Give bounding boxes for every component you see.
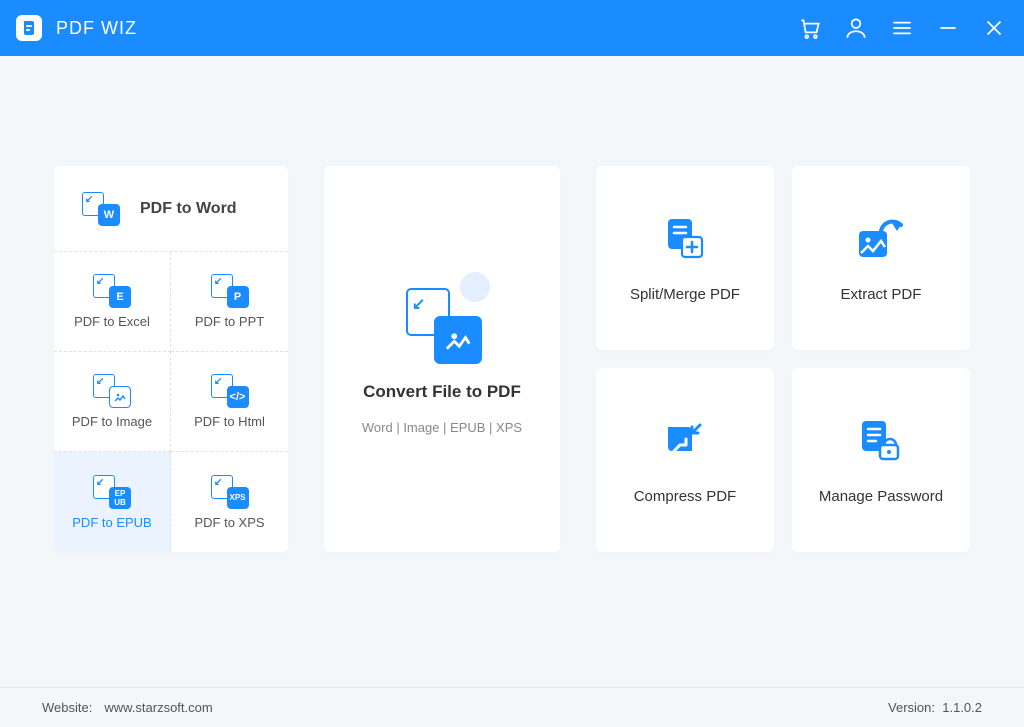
app-title: PDF WIZ	[56, 18, 137, 39]
website-label: Website:	[42, 700, 92, 715]
epub-icon: EPUB	[93, 475, 131, 509]
tile-label: Extract PDF	[841, 286, 922, 303]
tile-label: Manage Password	[819, 488, 943, 505]
pdf-to-excel-tile[interactable]: E PDF to Excel	[54, 252, 171, 352]
compress-icon	[660, 415, 710, 470]
manage-password-tile[interactable]: Manage Password	[792, 368, 970, 552]
split-merge-tile[interactable]: Split/Merge PDF	[596, 166, 774, 350]
tile-label: PDF to Image	[72, 414, 152, 429]
pdf-to-html-tile[interactable]: </> PDF to Html	[171, 352, 288, 452]
tile-label: PDF to EPUB	[72, 515, 151, 530]
pdf-to-xps-tile[interactable]: XPS PDF to XPS	[171, 452, 288, 552]
utilities-grid: Split/Merge PDF Extract PDF	[596, 166, 970, 552]
user-icon[interactable]	[842, 14, 870, 42]
tile-label: PDF to PPT	[195, 314, 264, 329]
extract-icon	[853, 213, 908, 268]
version-label: Version:	[888, 700, 935, 715]
pdf-to-word-tile[interactable]: W PDF to Word	[54, 166, 288, 252]
extract-tile[interactable]: Extract PDF	[792, 166, 970, 350]
menu-icon[interactable]	[888, 14, 916, 42]
tile-label: PDF to Html	[194, 414, 265, 429]
minimize-icon[interactable]	[934, 14, 962, 42]
center-title: Convert File to PDF	[363, 382, 521, 402]
convert-to-pdf-tile[interactable]: ↘ Convert File to PDF Word | Image | EPU…	[324, 166, 560, 552]
pdf-to-ppt-tile[interactable]: P PDF to PPT	[171, 252, 288, 352]
split-merge-icon	[660, 213, 710, 268]
pdf-to-epub-tile[interactable]: EPUB PDF to EPUB	[54, 452, 171, 552]
image-icon	[93, 374, 131, 408]
word-icon: W	[82, 192, 120, 226]
pdf-to-group: W PDF to Word E PDF to Excel P PDF to PP…	[54, 166, 288, 552]
ppt-icon: P	[211, 274, 249, 308]
tile-label: PDF to Excel	[74, 314, 150, 329]
version-block: Version: 1.1.0.2	[888, 700, 982, 715]
tile-label: Split/Merge PDF	[630, 286, 740, 303]
html-icon: </>	[211, 374, 249, 408]
title-bar: PDF WIZ	[0, 0, 1024, 56]
password-icon	[856, 415, 906, 470]
pdf-to-image-tile[interactable]: PDF to Image	[54, 352, 171, 452]
tile-label: PDF to XPS	[194, 515, 264, 530]
center-subtitle: Word | Image | EPUB | XPS	[362, 420, 522, 435]
compress-tile[interactable]: Compress PDF	[596, 368, 774, 552]
title-bar-controls	[796, 14, 1008, 42]
cart-icon[interactable]	[796, 14, 824, 42]
app-logo-icon	[16, 15, 42, 41]
excel-icon: E	[93, 274, 131, 308]
website-url[interactable]: www.starzsoft.com	[104, 700, 212, 715]
main-content: W PDF to Word E PDF to Excel P PDF to PP…	[0, 56, 1024, 552]
footer: Website: www.starzsoft.com Version: 1.1.…	[0, 687, 1024, 727]
tile-label: PDF to Word	[140, 200, 237, 218]
xps-icon: XPS	[211, 475, 249, 509]
tile-label: Compress PDF	[634, 488, 737, 505]
version-value: 1.1.0.2	[942, 700, 982, 715]
close-icon[interactable]	[980, 14, 1008, 42]
convert-icon: ↘	[402, 284, 482, 364]
